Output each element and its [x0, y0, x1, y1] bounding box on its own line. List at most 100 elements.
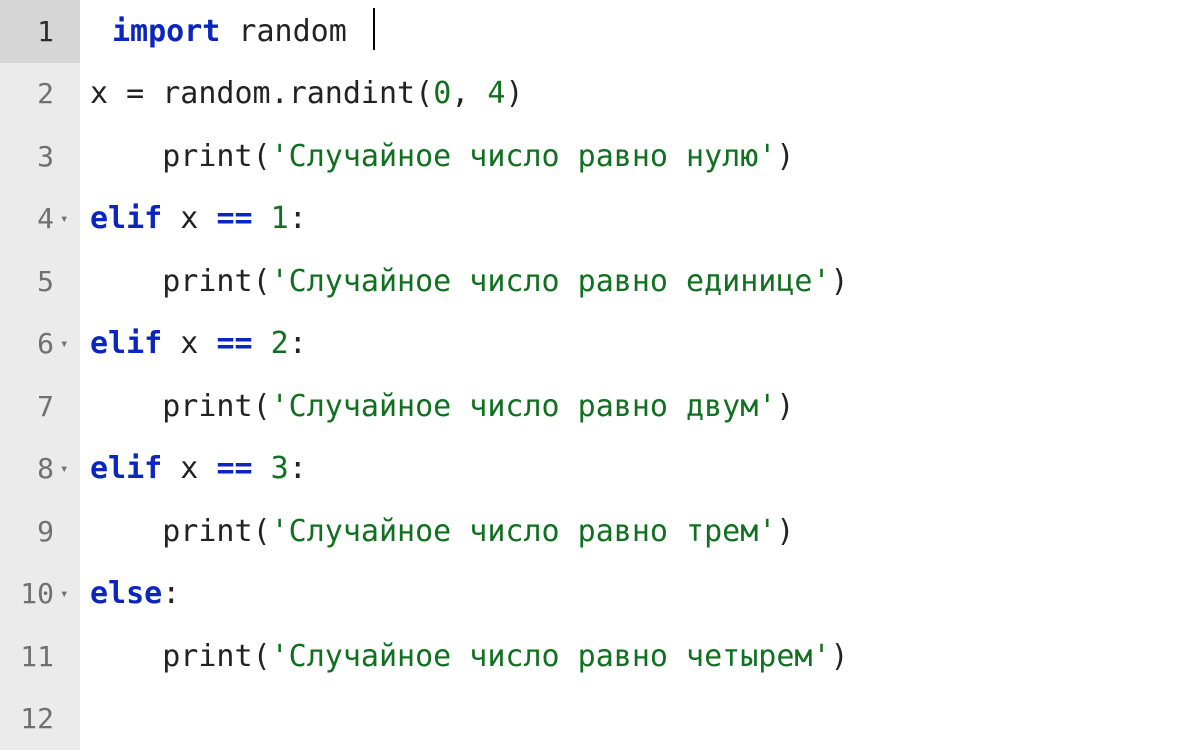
token-pun: :: [289, 326, 307, 361]
token-pun: :: [289, 201, 307, 236]
code-line[interactable]: 11 print('Случайное число равно четырем'…: [0, 625, 1200, 688]
line-number-gutter[interactable]: 2: [0, 63, 80, 126]
token-id: x: [162, 326, 216, 361]
fold-toggle-icon[interactable]: ▾: [60, 586, 72, 602]
fold-toggle-icon[interactable]: ▾: [60, 211, 72, 227]
line-number-gutter[interactable]: 1: [0, 0, 80, 63]
token-fn: print: [162, 514, 252, 549]
token-op: ==: [216, 201, 252, 236]
code-content[interactable]: x = random.randint(0, 4): [80, 63, 1200, 126]
token-str: 'Случайное число равно двум': [271, 389, 777, 424]
line-number-gutter[interactable]: 9: [0, 500, 80, 563]
line-number: 4: [37, 202, 54, 235]
code-content[interactable]: [80, 688, 1200, 751]
token-id: [90, 389, 162, 424]
line-number-gutter[interactable]: 7: [0, 375, 80, 438]
token-pun: :: [162, 576, 180, 611]
fold-toggle-icon[interactable]: ▾: [60, 336, 72, 352]
code-line[interactable]: 6▾elif x == 2:: [0, 313, 1200, 376]
code-content[interactable]: elif x == 1:: [80, 188, 1200, 251]
code-content[interactable]: print('Случайное число равно единице'): [80, 250, 1200, 313]
code-content[interactable]: print('Случайное число равно двум'): [80, 375, 1200, 438]
code-line[interactable]: 7 print('Случайное число равно двум'): [0, 375, 1200, 438]
line-number: 12: [20, 702, 54, 735]
token-kw: else: [90, 576, 162, 611]
code-line[interactable]: 10▾else:: [0, 563, 1200, 626]
token-pun: :: [289, 451, 307, 486]
token-num: 2: [271, 326, 289, 361]
line-number: 7: [37, 390, 54, 423]
code-line[interactable]: 12: [0, 688, 1200, 751]
token-pun: ): [776, 514, 794, 549]
token-fn: print: [162, 389, 252, 424]
token-fn: print: [162, 639, 252, 674]
code-content[interactable]: elif x == 2:: [80, 313, 1200, 376]
token-pun: ,: [451, 76, 469, 111]
token-id: [90, 139, 162, 174]
code-content[interactable]: else:: [80, 563, 1200, 626]
line-number: 1: [37, 15, 54, 48]
token-pun: ): [831, 639, 849, 674]
code-editor[interactable]: 1 import random 2 x = random.randint(0, 4)…: [0, 0, 1200, 752]
token-id: [253, 451, 271, 486]
token-id: [253, 326, 271, 361]
line-number: 3: [37, 140, 54, 173]
token-kw: elif: [90, 451, 162, 486]
token-pun: (: [253, 139, 271, 174]
code-line[interactable]: 4▾elif x == 1:: [0, 188, 1200, 251]
token-kw: import: [112, 14, 220, 49]
token-str: 'Случайное число равно четырем': [271, 639, 831, 674]
code-line[interactable]: 3 print('Случайное число равно нулю'): [0, 125, 1200, 188]
line-number-gutter[interactable]: 3: [0, 125, 80, 188]
token-id: x: [162, 451, 216, 486]
token-op: ==: [216, 326, 252, 361]
code-line[interactable]: 9 print('Случайное число равно трем'): [0, 500, 1200, 563]
code-content[interactable]: print('Случайное число равно четырем'): [80, 625, 1200, 688]
code-line[interactable]: 1 import random: [0, 0, 1200, 63]
code-content[interactable]: elif x == 3:: [80, 438, 1200, 501]
token-id: [90, 514, 162, 549]
line-number: 11: [20, 640, 54, 673]
line-number-gutter[interactable]: 5: [0, 250, 80, 313]
token-id: [253, 201, 271, 236]
code-line[interactable]: 5 print('Случайное число равно единице'): [0, 250, 1200, 313]
line-number: 6: [37, 327, 54, 360]
line-number: 8: [37, 452, 54, 485]
token-id: random: [220, 14, 365, 49]
token-str: 'Случайное число равно нулю': [271, 139, 777, 174]
fold-toggle-icon[interactable]: ▾: [60, 461, 72, 477]
token-pun: ): [505, 76, 523, 111]
code-line[interactable]: 2 x = random.randint(0, 4): [0, 63, 1200, 126]
token-id: x: [90, 76, 126, 111]
token-str: 'Случайное число равно трем': [271, 514, 777, 549]
token-id: [90, 264, 162, 299]
line-number-gutter[interactable]: 4▾: [0, 188, 80, 251]
token-pun: ): [776, 389, 794, 424]
line-number-gutter[interactable]: 10▾: [0, 563, 80, 626]
token-pun: (: [253, 514, 271, 549]
line-number: 2: [37, 77, 54, 110]
token-fn: randint: [289, 76, 415, 111]
line-number-gutter[interactable]: 8▾: [0, 438, 80, 501]
token-id: x: [162, 201, 216, 236]
token-num: 1: [271, 201, 289, 236]
code-content[interactable]: print('Случайное число равно трем'): [80, 500, 1200, 563]
token-op: ==: [216, 451, 252, 486]
token-num: 3: [271, 451, 289, 486]
token-kw: elif: [90, 326, 162, 361]
line-number-gutter[interactable]: 11: [0, 625, 80, 688]
line-number-gutter[interactable]: 6▾: [0, 313, 80, 376]
line-number-gutter[interactable]: 12: [0, 688, 80, 751]
code-content[interactable]: import random: [80, 0, 1200, 63]
token-pun: (: [253, 389, 271, 424]
code-content[interactable]: print('Случайное число равно нулю'): [80, 125, 1200, 188]
token-pun: ): [831, 264, 849, 299]
line-number: 9: [37, 515, 54, 548]
token-pun: (: [253, 639, 271, 674]
token-fn: print: [162, 264, 252, 299]
token-kw: elif: [90, 201, 162, 236]
token-plainop: =: [126, 76, 144, 111]
token-id: [469, 76, 487, 111]
code-line[interactable]: 8▾elif x == 3:: [0, 438, 1200, 501]
text-cursor: [373, 8, 376, 50]
